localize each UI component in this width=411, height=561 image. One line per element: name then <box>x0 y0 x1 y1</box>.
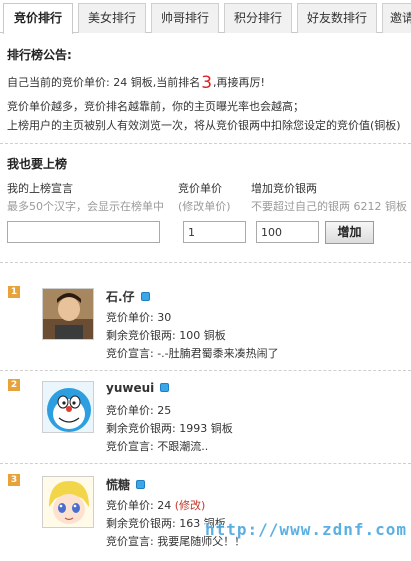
declaration-label: 我的上榜宣言 <box>7 182 73 195</box>
tab-beauty-ranking[interactable]: 美女排行 <box>78 3 146 33</box>
rank-badge: 1 <box>8 286 20 298</box>
list-item: 1 石.仔 竞价单价: 30 剩余竞价银两: 100 铜板 竞价宣言: -.-肚… <box>0 286 411 370</box>
notice-line-3: 上榜用户的主页被别人有效浏览一次，将从竞价银两中扣除您设定的竞价值(铜板) <box>7 119 401 132</box>
bid-slogan: 竞价宣言: 不跟潮流.. <box>106 440 209 453</box>
vip-icon <box>160 383 170 392</box>
tab-handsome-ranking[interactable]: 帅哥排行 <box>151 3 219 33</box>
encourage-text: ,再接再厉! <box>213 76 265 89</box>
divider <box>0 463 411 464</box>
user-name[interactable]: yuweui <box>106 381 170 395</box>
doraemon-avatar-icon <box>43 382 93 432</box>
divider <box>0 370 411 371</box>
list-item: 2 yuweui 竞价单价: 25 剩余竞价银两: 1993 铜板 竞价宣言: … <box>0 379 411 463</box>
tab-points-ranking[interactable]: 积分排行 <box>224 3 292 33</box>
bid-price: 竞价单价: 24 (修改) <box>106 499 206 512</box>
current-rank: 3 <box>201 73 213 93</box>
avatar[interactable] <box>42 476 94 528</box>
add-silver-input[interactable] <box>256 221 319 243</box>
bid-price: 竞价单价: 30 <box>106 311 172 324</box>
bid-slogan: 竞价宣言: -.-肚腩君蜀黍来凑热闹了 <box>106 347 279 360</box>
add-silver-hint: 不要超过自己的银两 6212 铜板 <box>251 200 407 213</box>
avatar[interactable] <box>42 381 94 433</box>
list-item: 3 慌糖 竞价单价: 24 (修改) 剩余竞价银两: 163 铜板 竞价宣言: … <box>0 474 411 558</box>
user-name[interactable]: 慌糖 <box>106 476 146 493</box>
tab-invite[interactable]: 邀请 <box>382 3 411 33</box>
vip-icon <box>136 480 146 489</box>
current-bid-line: 自己当前的竞价单价: 24 铜板,当前排名3,再接再厉! <box>7 73 265 93</box>
rank-badge: 2 <box>8 379 20 391</box>
user-name[interactable]: 石.仔 <box>106 288 150 305</box>
add-silver-label: 增加竞价银两 <box>251 182 317 195</box>
divider <box>0 143 411 144</box>
anime-avatar-icon <box>43 477 93 527</box>
notice-title: 排行榜公告: <box>7 48 72 62</box>
rank-badge: 3 <box>8 474 20 486</box>
remaining-silver: 剩余竞价银两: 100 铜板 <box>106 329 226 342</box>
avatar-photo-icon <box>43 289 93 339</box>
tab-bar: 竞价排行 美女排行 帅哥排行 积分排行 好友数排行 邀请 <box>0 0 411 34</box>
bid-hint: (修改单价) <box>178 200 231 213</box>
form-title: 我也要上榜 <box>7 157 68 171</box>
watermark: http://www.zdnf.com <box>205 520 408 539</box>
remaining-silver: 剩余竞价银两: 1993 铜板 <box>106 422 233 435</box>
bid-input[interactable] <box>183 221 246 243</box>
tab-bid-ranking[interactable]: 竞价排行 <box>3 3 73 34</box>
vip-icon <box>140 292 150 301</box>
edit-bid-link[interactable]: (修改) <box>175 499 206 512</box>
add-button[interactable]: 增加 <box>325 221 374 244</box>
notice-line-2: 竞价单价越多，竞价排名越靠前，你的主页曝光率也会越高； <box>7 100 304 113</box>
bid-price: 竞价单价: 25 <box>106 404 172 417</box>
avatar[interactable] <box>42 288 94 340</box>
bid-label: 竞价单价 <box>178 182 222 195</box>
declaration-hint: 最多50个汉字，会显示在榜单中 <box>7 200 164 213</box>
tab-friends-ranking[interactable]: 好友数排行 <box>297 3 377 33</box>
declaration-input[interactable] <box>7 221 160 243</box>
divider <box>0 262 411 263</box>
current-bid-text: 自己当前的竞价单价: 24 铜板,当前排名 <box>7 76 201 89</box>
